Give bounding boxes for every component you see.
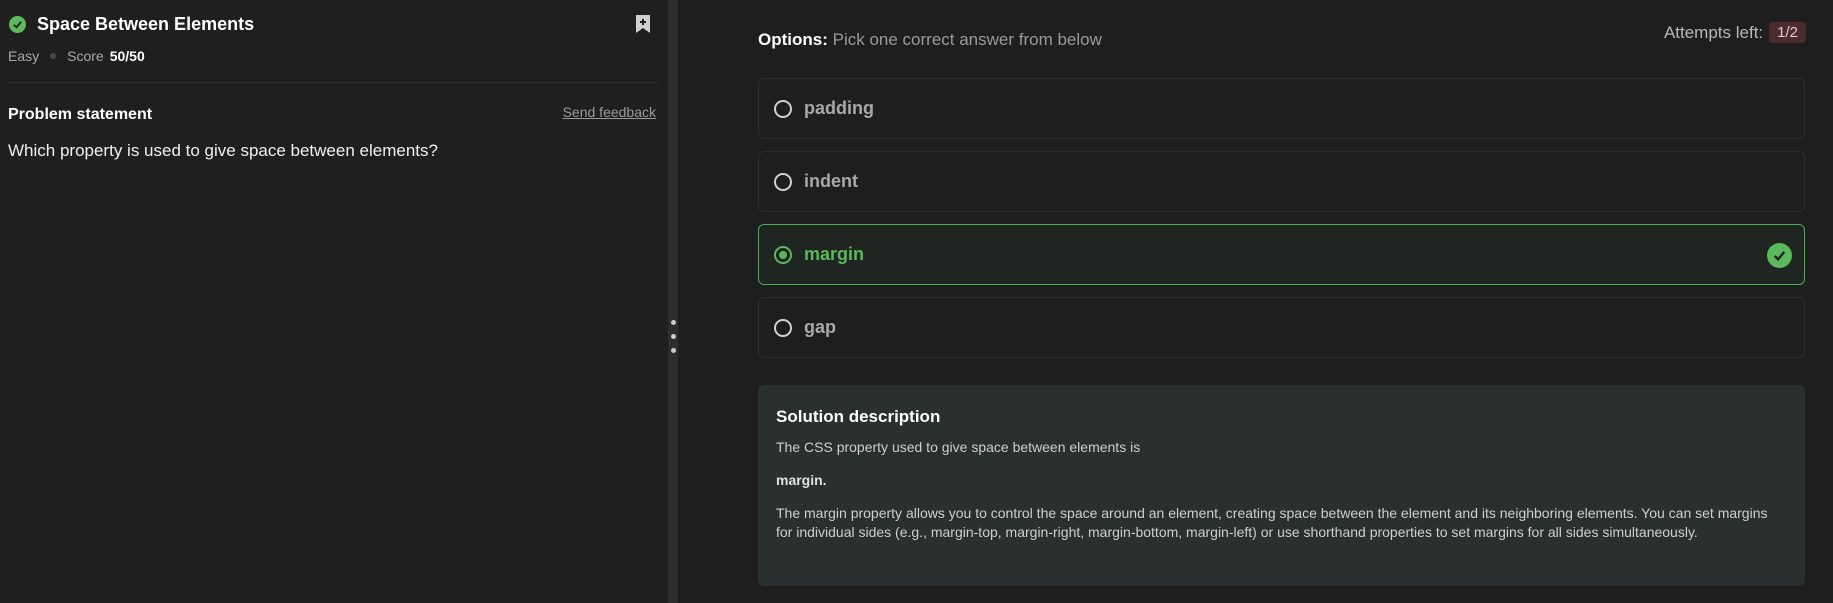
- answer-panel: Options: Pick one correct answer from be…: [678, 0, 1833, 603]
- correct-check-icon: [1767, 243, 1792, 268]
- radio-button-selected[interactable]: [774, 245, 792, 264]
- problem-meta: Easy Score 50/50: [8, 48, 145, 64]
- drag-handle-icon[interactable]: [671, 320, 676, 362]
- score-value: 50/50: [109, 48, 145, 64]
- attempts-indicator: Attempts left: 1/2: [1664, 22, 1806, 43]
- options-label: Options:: [758, 30, 828, 49]
- problem-title: Space Between Elements: [37, 14, 255, 34]
- score-label: Score: [67, 48, 104, 64]
- question-text: Which property is used to give space bet…: [8, 141, 438, 160]
- option-indent[interactable]: indent: [758, 151, 1805, 212]
- solution-answer: margin.: [776, 472, 827, 488]
- option-margin[interactable]: margin: [758, 224, 1805, 285]
- option-padding[interactable]: padding: [758, 78, 1805, 139]
- option-label: gap: [804, 317, 837, 337]
- difficulty-label: Easy: [8, 48, 40, 64]
- option-label: margin: [804, 244, 865, 264]
- radio-button[interactable]: [774, 99, 792, 118]
- option-label: padding: [804, 98, 874, 118]
- solution-box: Solution description The CSS property us…: [758, 385, 1805, 586]
- separator-dot: [50, 53, 57, 59]
- solved-check-icon: [9, 16, 26, 33]
- title-row: Space Between Elements: [9, 14, 254, 35]
- solution-title: Solution description: [776, 407, 941, 426]
- send-feedback-link[interactable]: Send feedback: [563, 104, 656, 120]
- option-gap[interactable]: gap: [758, 297, 1805, 358]
- divider: [8, 82, 658, 83]
- solution-explanation: The margin property allows you to contro…: [776, 505, 1768, 540]
- attempts-badge: 1/2: [1769, 22, 1806, 43]
- options-heading: Options: Pick one correct answer from be…: [758, 30, 1102, 50]
- solution-intro: The CSS property used to give space betw…: [776, 439, 1141, 455]
- options-hint: Pick one correct answer from below: [832, 30, 1102, 49]
- panel-resize-handle[interactable]: [668, 0, 678, 603]
- radio-button[interactable]: [774, 318, 792, 337]
- option-label: indent: [804, 171, 858, 191]
- bookmark-add-icon[interactable]: [634, 14, 652, 34]
- problem-statement-heading: Problem statement: [8, 106, 153, 123]
- radio-button[interactable]: [774, 172, 792, 191]
- problem-panel: Space Between Elements Easy Score 50/50 …: [0, 0, 668, 603]
- attempts-label: Attempts left:: [1663, 22, 1764, 42]
